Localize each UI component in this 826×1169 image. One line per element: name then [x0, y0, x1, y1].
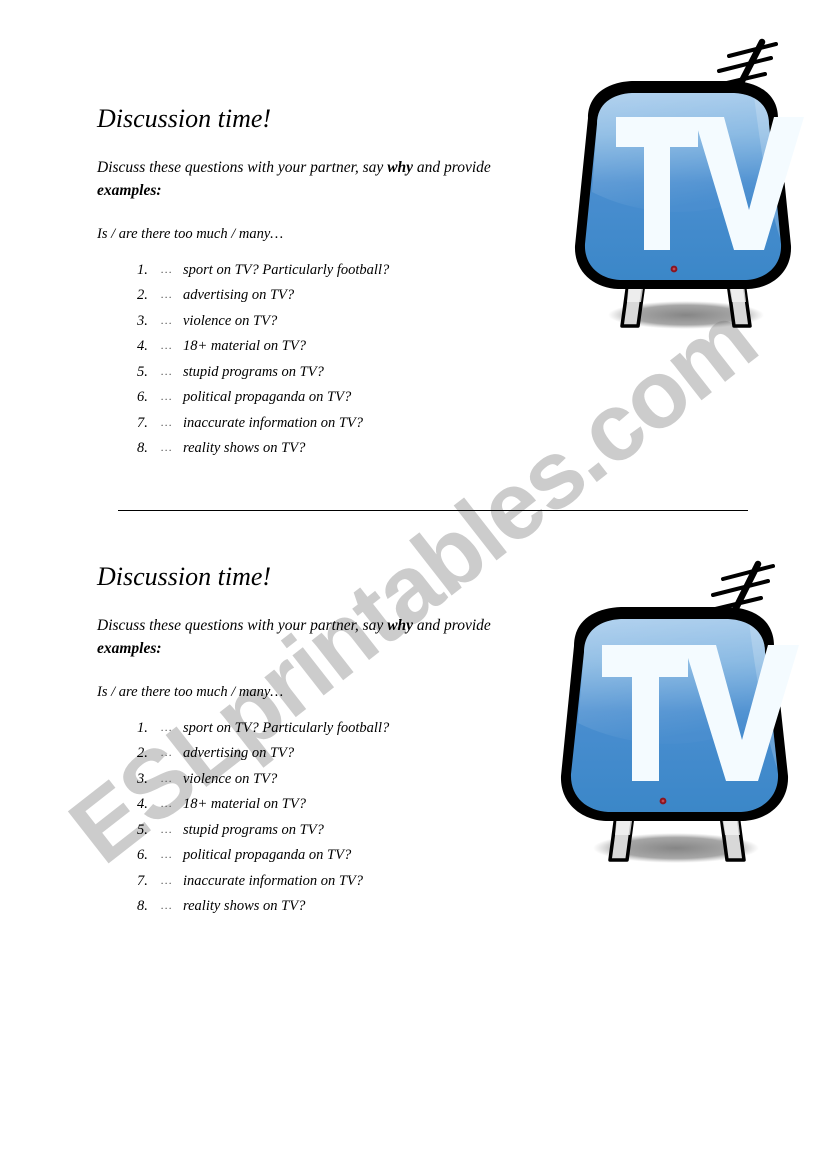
- leading-ellipsis: …: [161, 872, 172, 887]
- question-text: stupid programs on TV?: [183, 821, 324, 838]
- prompt-stem-2: Is / are there too much / many…: [97, 684, 284, 701]
- leading-ellipsis: …: [161, 745, 172, 760]
- instructions-emphasis-why-1: why: [387, 158, 414, 176]
- leading-ellipsis: …: [161, 796, 172, 811]
- section-divider: [118, 510, 748, 511]
- section-1-text-column: Discussion time! Discuss these questions…: [97, 104, 537, 467]
- question-text: violence on TV?: [183, 312, 278, 329]
- question-text: advertising on TV?: [183, 745, 295, 762]
- tv-set-icon-2: [540, 550, 805, 880]
- list-item: … sport on TV? Particularly football?: [137, 261, 537, 278]
- list-item: … reality shows on TV?: [137, 899, 537, 914]
- leading-ellipsis: …: [161, 821, 172, 836]
- instructions-emphasis-examples-2: examples:: [97, 640, 162, 658]
- leading-ellipsis: …: [161, 363, 172, 378]
- question-list-2: … sport on TV? Particularly football? … ad…: [97, 719, 537, 914]
- list-item: … political propaganda on TV?: [137, 390, 537, 405]
- leading-ellipsis: …: [161, 898, 172, 913]
- list-item: … stupid programs on TV?: [137, 363, 537, 380]
- leading-ellipsis: …: [161, 440, 172, 455]
- instructions-emphasis-examples-1: examples:: [97, 182, 162, 200]
- leading-ellipsis: …: [161, 847, 172, 862]
- prompt-stem-1: Is / are there too much / many…: [97, 226, 284, 243]
- question-text: sport on TV? Particularly football?: [183, 261, 390, 278]
- list-item: … 18+ material on TV?: [137, 797, 537, 812]
- list-item: … advertising on TV?: [137, 746, 537, 761]
- question-text: inaccurate information on TV?: [183, 414, 364, 431]
- instructions-text-a-2: Discuss these questions with your partne…: [97, 616, 388, 634]
- question-text: inaccurate information on TV?: [183, 872, 364, 889]
- instructions-emphasis-why-2: why: [387, 616, 414, 634]
- instructions-2: Discuss these questions with your partne…: [97, 614, 535, 661]
- list-item: … political propaganda on TV?: [137, 848, 537, 863]
- instructions-text-b-1: and provide: [413, 158, 491, 176]
- question-text: violence on TV?: [183, 770, 278, 787]
- question-text: reality shows on TV?: [183, 440, 306, 457]
- leading-ellipsis: …: [161, 770, 172, 785]
- section-2-text-column: Discussion time! Discuss these questions…: [97, 562, 537, 925]
- list-item: … advertising on TV?: [137, 288, 537, 303]
- leading-ellipsis: …: [161, 338, 172, 353]
- instructions-text-b-2: and provide: [413, 616, 491, 634]
- leading-ellipsis: …: [161, 261, 172, 276]
- question-text: reality shows on TV?: [183, 898, 306, 915]
- question-text: 18+ material on TV?: [183, 796, 306, 813]
- leading-ellipsis: …: [161, 312, 172, 327]
- question-text: advertising on TV?: [183, 287, 295, 304]
- question-text: political propaganda on TV?: [183, 389, 352, 406]
- list-item: … inaccurate information on TV?: [137, 872, 537, 889]
- question-text: stupid programs on TV?: [183, 363, 324, 380]
- question-text: 18+ material on TV?: [183, 338, 306, 355]
- instructions-text-a-1: Discuss these questions with your partne…: [97, 158, 388, 176]
- leading-ellipsis: …: [161, 414, 172, 429]
- list-item: … stupid programs on TV?: [137, 821, 537, 838]
- page-title-1: Discussion time!: [97, 104, 272, 133]
- worksheet-page: ESLprintables.com Discussion time! Discu…: [0, 0, 826, 1169]
- page-title-2: Discussion time!: [97, 562, 272, 591]
- list-item: … inaccurate information on TV?: [137, 414, 537, 431]
- list-item: … violence on TV?: [137, 312, 537, 329]
- instructions-1: Discuss these questions with your partne…: [97, 156, 535, 203]
- list-item: … violence on TV?: [137, 770, 537, 787]
- question-text: sport on TV? Particularly football?: [183, 719, 390, 736]
- list-item: … sport on TV? Particularly football?: [137, 719, 537, 736]
- leading-ellipsis: …: [161, 719, 172, 734]
- list-item: … reality shows on TV?: [137, 441, 537, 456]
- leading-ellipsis: …: [161, 287, 172, 302]
- question-text: political propaganda on TV?: [183, 847, 352, 864]
- leading-ellipsis: …: [161, 389, 172, 404]
- list-item: … 18+ material on TV?: [137, 339, 537, 354]
- tv-set-icon-1: [558, 32, 808, 352]
- question-list-1: … sport on TV? Particularly football? … ad…: [97, 261, 537, 456]
